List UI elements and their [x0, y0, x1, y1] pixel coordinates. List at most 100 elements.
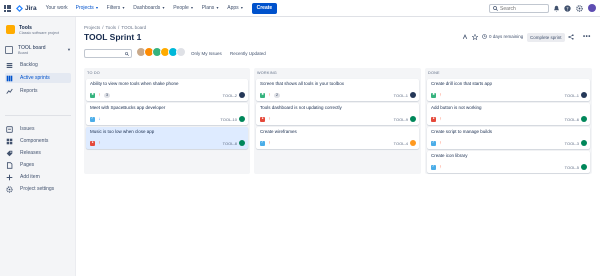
breadcrumb-projects[interactable]: Projects: [84, 25, 100, 30]
sidebar-item-reports[interactable]: Reports: [5, 86, 71, 96]
column-title: DONE: [428, 71, 440, 75]
nav-item-people[interactable]: People ▼: [173, 5, 194, 11]
assignee-avatar[interactable]: [239, 140, 245, 146]
board-selector[interactable]: TOOL board Board ▼: [5, 43, 71, 56]
star-icon[interactable]: [472, 34, 478, 40]
assignee-avatar[interactable]: [581, 164, 587, 170]
nav-item-plans[interactable]: Plans ▼: [202, 5, 219, 11]
sidebar-item-add-item[interactable]: Add item: [5, 172, 71, 182]
issue-card[interactable]: Add button is not working ● ↑ TOOL-6: [427, 103, 590, 125]
insights-icon[interactable]: [462, 34, 468, 40]
assignee-avatar[interactable]: [410, 140, 416, 146]
search-icon: [493, 6, 498, 11]
sidebar-divider: [5, 115, 71, 116]
create-button[interactable]: Create: [251, 2, 278, 14]
nav-item-projects[interactable]: Projects ▼: [76, 5, 99, 11]
issue-card[interactable]: Music is too low when close app ● ↑ TOOL-8: [86, 127, 248, 149]
help-icon[interactable]: ?: [563, 4, 571, 12]
issue-key[interactable]: TOOL-1: [565, 93, 579, 98]
sidebar-item-issues[interactable]: Issues: [5, 124, 71, 134]
issue-title: Ability to view more tools when shake ph…: [90, 81, 179, 86]
sidebar-item-label: Project settings: [20, 186, 55, 192]
nav-item-dashboards[interactable]: Dashboards ▼: [133, 5, 165, 11]
issue-key[interactable]: TOOL-4: [394, 141, 408, 146]
issue-key[interactable]: TOOL-8: [223, 141, 237, 146]
quick-filter-only-my-issues[interactable]: Only My Issues: [191, 51, 222, 56]
nav-item-your-work[interactable]: Your work: [46, 5, 68, 11]
issue-key[interactable]: TOOL-3: [565, 141, 579, 146]
story-points-badge: 2: [274, 92, 280, 98]
assignee-avatar[interactable]: [581, 116, 587, 122]
quick-filter-recently-updated[interactable]: Recently Updated: [230, 51, 266, 56]
sidebar-item-label: Releases: [20, 150, 41, 156]
more-options-icon[interactable]: •••: [583, 34, 591, 40]
assignee-avatar[interactable]: [410, 92, 416, 98]
nav-item-filters[interactable]: Filters ▼: [107, 5, 126, 11]
chevron-down-icon: ▼: [240, 6, 244, 10]
assignee-avatar[interactable]: [239, 92, 245, 98]
sidebar-item-project-settings[interactable]: Project settings: [5, 184, 71, 194]
issue-key[interactable]: TOOL-5: [565, 165, 579, 170]
sidebar-item-label: Add item: [20, 174, 40, 180]
issue-title: Create wireframes: [260, 129, 297, 134]
assignee-avatar[interactable]: [581, 92, 587, 98]
sidebar-item-pages[interactable]: Pages: [5, 160, 71, 170]
issue-title: Add button is not working: [431, 105, 482, 110]
issue-key[interactable]: TOOL-9: [394, 117, 408, 122]
avatar[interactable]: [176, 47, 186, 57]
user-avatar[interactable]: [588, 4, 596, 12]
bug-type-icon: ●: [260, 116, 265, 122]
breadcrumb-tools[interactable]: Tools: [106, 25, 117, 30]
sidebar-item-releases[interactable]: Releases: [5, 148, 71, 158]
issue-footer: ■ ↑ TOOL-1: [431, 92, 587, 98]
issue-card[interactable]: Create wireframes ✓ ↑ TOOL-4: [256, 127, 419, 149]
notifications-icon[interactable]: [552, 4, 560, 12]
sidebar-item-components[interactable]: Components: [5, 136, 71, 146]
issue-footer: ✓ ↑ TOOL-4: [260, 140, 416, 146]
jira-logo-icon: [16, 4, 23, 12]
assignee-avatar[interactable]: [239, 116, 245, 122]
priority-up-icon: ↑: [98, 91, 101, 97]
top-navigation: Jira Your work Projects ▼ Filters ▼ Dashboard…: [0, 0, 600, 17]
issue-key[interactable]: TOOL-2: [223, 93, 237, 98]
days-remaining: 0 days remaining: [482, 34, 523, 39]
issue-card[interactable]: Create icon library ✓ ↑ TOOL-5: [427, 151, 590, 173]
issue-footer: ✓ ↑ TOOL-3: [431, 140, 587, 146]
sidebar-item-active-sprints[interactable]: Active sprints: [5, 73, 71, 83]
nav-item-label: Plans: [201, 5, 215, 11]
board-search-input[interactable]: [87, 51, 125, 56]
settings-gear-icon[interactable]: [575, 4, 583, 12]
issue-key[interactable]: TOOL-6: [565, 117, 579, 122]
chevron-down-icon: ▼: [121, 6, 126, 10]
column-title: WORKING: [257, 71, 277, 75]
share-icon[interactable]: [568, 34, 574, 40]
issue-key[interactable]: TOOL-1: [394, 93, 408, 98]
issue-card[interactable]: Tools dashboard is not updating correctl…: [256, 103, 419, 125]
chevron-down-icon: ▼: [67, 47, 71, 52]
jira-logo[interactable]: Jira: [16, 4, 37, 12]
assignee-avatar[interactable]: [410, 116, 416, 122]
breadcrumb-board[interactable]: TOOL board: [121, 25, 146, 30]
app-switcher-icon[interactable]: [4, 4, 11, 12]
assignee-avatar[interactable]: [581, 140, 587, 146]
issue-title: Screen that shows all tools in your tool…: [260, 81, 345, 86]
chevron-down-icon: ▼: [215, 6, 220, 10]
issue-card[interactable]: Create script to manage builds ✓ ↑ TOOL-3: [427, 127, 590, 149]
chevron-down-icon: ▼: [161, 6, 166, 10]
global-search[interactable]: [489, 4, 549, 13]
issue-card[interactable]: Screen that shows all tools in your tool…: [256, 79, 419, 101]
issue-footer: ■ ↑ 3 TOOL-2: [90, 92, 245, 98]
issue-footer: ■ ↑ 2 TOOL-1: [260, 92, 416, 98]
sidebar-item-backlog[interactable]: Backlog: [5, 60, 71, 70]
nav-item-apps[interactable]: Apps ▼: [227, 5, 243, 11]
complete-sprint-button[interactable]: Complete sprint: [527, 33, 565, 42]
sidebar-item-label: Active sprints: [20, 75, 50, 81]
search-input[interactable]: [500, 5, 548, 12]
issue-card[interactable]: Ability to view more tools when shake ph…: [86, 79, 248, 101]
issue-card[interactable]: Create drill icon that starts app ■ ↑ TOOL-…: [427, 79, 590, 101]
clock-icon: [482, 34, 487, 39]
board-search[interactable]: [84, 49, 132, 58]
issue-key[interactable]: TOOL-10: [220, 117, 237, 122]
issue-card[interactable]: Meet with SpaceBucks app developer ✓ ↓ TOOL…: [86, 103, 248, 125]
issue-title: Create drill icon that starts app: [431, 81, 493, 86]
